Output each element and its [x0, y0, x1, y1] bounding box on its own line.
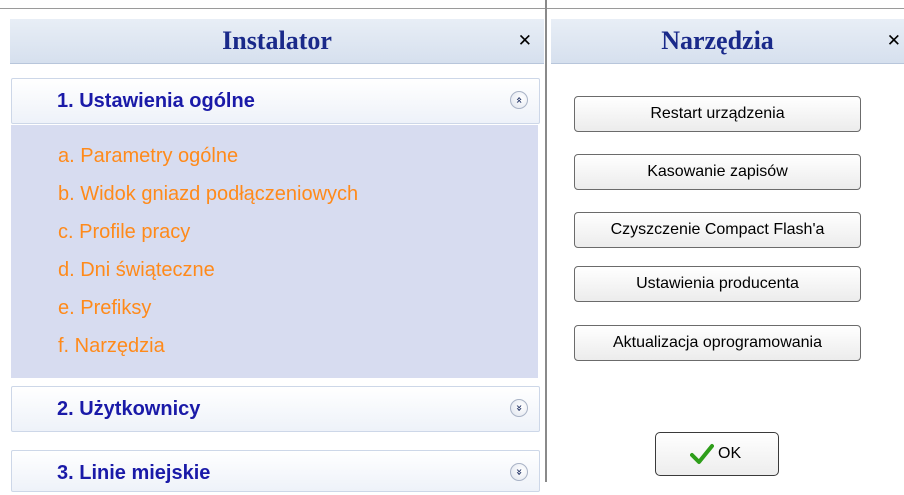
nav-link-prefiksy[interactable]: e. Prefiksy — [58, 297, 151, 320]
installer-close-icon[interactable]: ✕ — [518, 19, 532, 63]
top-border — [0, 0, 904, 9]
section-header-uzytkownicy[interactable]: 2. Użytkownicy » — [11, 386, 540, 432]
section-title: 1. Ustawienia ogólne — [57, 90, 255, 112]
checkmark-icon — [690, 443, 714, 470]
nav-link-profile-pracy[interactable]: c. Profile pracy — [58, 221, 190, 244]
tools-title-bar: Narzędzia ✕ — [551, 19, 904, 64]
section-header-ustawienia-ogolne[interactable]: 1. Ustawienia ogólne « — [11, 78, 540, 124]
section-title: 2. Użytkownicy — [57, 398, 201, 420]
nav-link-widok-gniazd[interactable]: b. Widok gniazd podłączeniowych — [58, 183, 358, 206]
collapse-chevron-icon[interactable]: « — [510, 91, 528, 109]
nav-link-parametry-ogolne[interactable]: a. Parametry ogólne — [58, 145, 238, 168]
section-header-linie-miejskie[interactable]: 3. Linie miejskie » — [11, 450, 540, 492]
installer-panel: Instalator ✕ 1. Ustawienia ogólne « a. P… — [0, 9, 545, 492]
section-body-ustawienia-ogolne: a. Parametry ogólne b. Widok gniazd podł… — [11, 125, 538, 378]
tools-panel: Narzędzia ✕ Restart urządzenia Kasowanie… — [547, 9, 904, 482]
nav-link-narzedzia[interactable]: f. Narzędzia — [58, 335, 165, 358]
installer-title: Instalator — [222, 26, 332, 55]
tools-title: Narzędzia — [661, 26, 774, 55]
nav-link-dni-swiateczne[interactable]: d. Dni świąteczne — [58, 259, 215, 282]
ok-label: OK — [718, 445, 742, 462]
expand-chevron-icon[interactable]: » — [510, 399, 528, 417]
expand-chevron-icon[interactable]: » — [510, 463, 528, 481]
ok-button[interactable]: OK — [655, 432, 779, 476]
clear-records-button[interactable]: Kasowanie zapisów — [574, 154, 861, 190]
installer-title-bar: Instalator ✕ — [10, 19, 544, 64]
clean-compact-flash-button[interactable]: Czyszczenie Compact Flash'a — [574, 212, 861, 248]
tools-close-icon[interactable]: ✕ — [887, 19, 901, 63]
restart-device-button[interactable]: Restart urządzenia — [574, 96, 861, 132]
factory-settings-button[interactable]: Ustawienia producenta — [574, 266, 861, 302]
section-title: 3. Linie miejskie — [57, 462, 211, 484]
firmware-update-button[interactable]: Aktualizacja oprogramowania — [574, 325, 861, 361]
